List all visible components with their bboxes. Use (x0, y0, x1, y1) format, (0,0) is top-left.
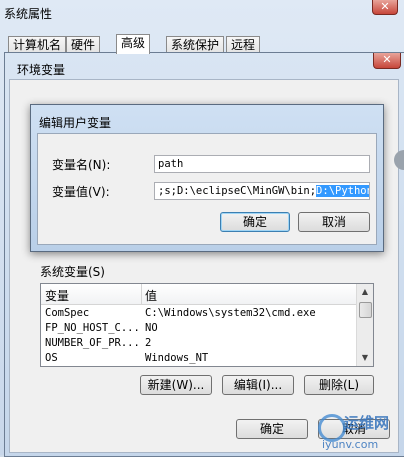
environment-variables-title: 环境变量 (17, 63, 66, 77)
system-properties-title: 系统属性 (4, 7, 53, 21)
watermark-url: iyunv.com (322, 438, 379, 451)
variable-value-label: 变量值(V): (52, 185, 110, 199)
row-variable-name: NUMBER_OF_PR... (45, 337, 140, 349)
watermark-name: 运维网 (344, 414, 390, 432)
row-variable-value: NO (145, 322, 158, 334)
delete-variable-button[interactable]: 删除(L) (304, 375, 374, 395)
edit-dialog-title: 编辑用户变量 (39, 116, 112, 130)
row-variable-value: C:\Windows\system32\cmd.exe (145, 307, 316, 319)
row-variable-value: Windows_NT (145, 352, 209, 364)
column-header-value[interactable]: 值 (145, 287, 157, 304)
row-variable-name: FP_NO_HOST_C... (45, 322, 140, 334)
tab-hardware[interactable]: 硬件 (66, 36, 101, 53)
table-row[interactable]: NUMBER_OF_PR... 2 (41, 337, 357, 351)
row-variable-value: 2 (145, 337, 152, 349)
close-icon[interactable]: ✕ (372, 0, 398, 15)
column-header-variable[interactable]: 变量 (45, 287, 69, 304)
new-variable-button[interactable]: 新建(W)... (140, 375, 212, 395)
selected-text: D:\Python27 (316, 185, 369, 197)
edit-user-variable-dialog: 编辑用户变量 变量名(N): path 变量值(V): ;s;D:\eclips… (30, 104, 384, 252)
variable-name-field[interactable]: path (154, 155, 370, 173)
system-variables-label: 系统变量(S) (40, 265, 105, 279)
scroll-down-icon[interactable]: ▼ (357, 350, 373, 366)
variable-value-field[interactable]: ;s;D:\eclipseC\MinGW\bin;D:\Python27 (154, 182, 370, 200)
edit-variable-button[interactable]: 编辑(I)... (222, 375, 294, 395)
edit-ok-button[interactable]: 确定 (220, 212, 290, 232)
close-icon[interactable]: ✕ (373, 53, 401, 69)
column-divider[interactable] (141, 284, 142, 304)
scroll-up-icon[interactable]: ▲ (357, 284, 373, 300)
tab-remote[interactable]: 远程 (226, 36, 261, 53)
vertical-scrollbar[interactable]: ▲ ▼ (356, 284, 373, 366)
tab-advanced[interactable]: 高级 (116, 34, 151, 54)
system-variables-list[interactable]: 变量 值 ComSpec C:\Windows\system32\cmd.exe… (40, 283, 374, 367)
ok-button[interactable]: 确定 (236, 419, 308, 439)
system-properties-window: 系统属性 ✕ 计算机名 硬件 高级 系统保护 远程 环境变量 ✕ 系统变量(S)… (0, 0, 404, 457)
tab-computer-name[interactable]: 计算机名 (8, 36, 67, 53)
row-variable-name: ComSpec (45, 307, 90, 319)
variable-name-label: 变量名(N): (52, 158, 111, 172)
tab-system-protection[interactable]: 系统保护 (166, 36, 225, 53)
edit-dialog-body: 变量名(N): path 变量值(V): ;s;D:\eclipseC\MinG… (37, 133, 377, 245)
edit-cancel-button[interactable]: 取消 (298, 212, 370, 232)
row-variable-name: OS (45, 352, 58, 364)
table-row[interactable]: ComSpec C:\Windows\system32\cmd.exe (41, 307, 357, 321)
list-header: 变量 值 (41, 284, 357, 305)
watermark-logo: 运维网 iyunv.com (318, 408, 404, 455)
table-row[interactable]: OS Windows_NT (41, 352, 357, 366)
table-row[interactable]: FP_NO_HOST_C... NO (41, 322, 357, 336)
scroll-thumb[interactable] (359, 302, 372, 318)
